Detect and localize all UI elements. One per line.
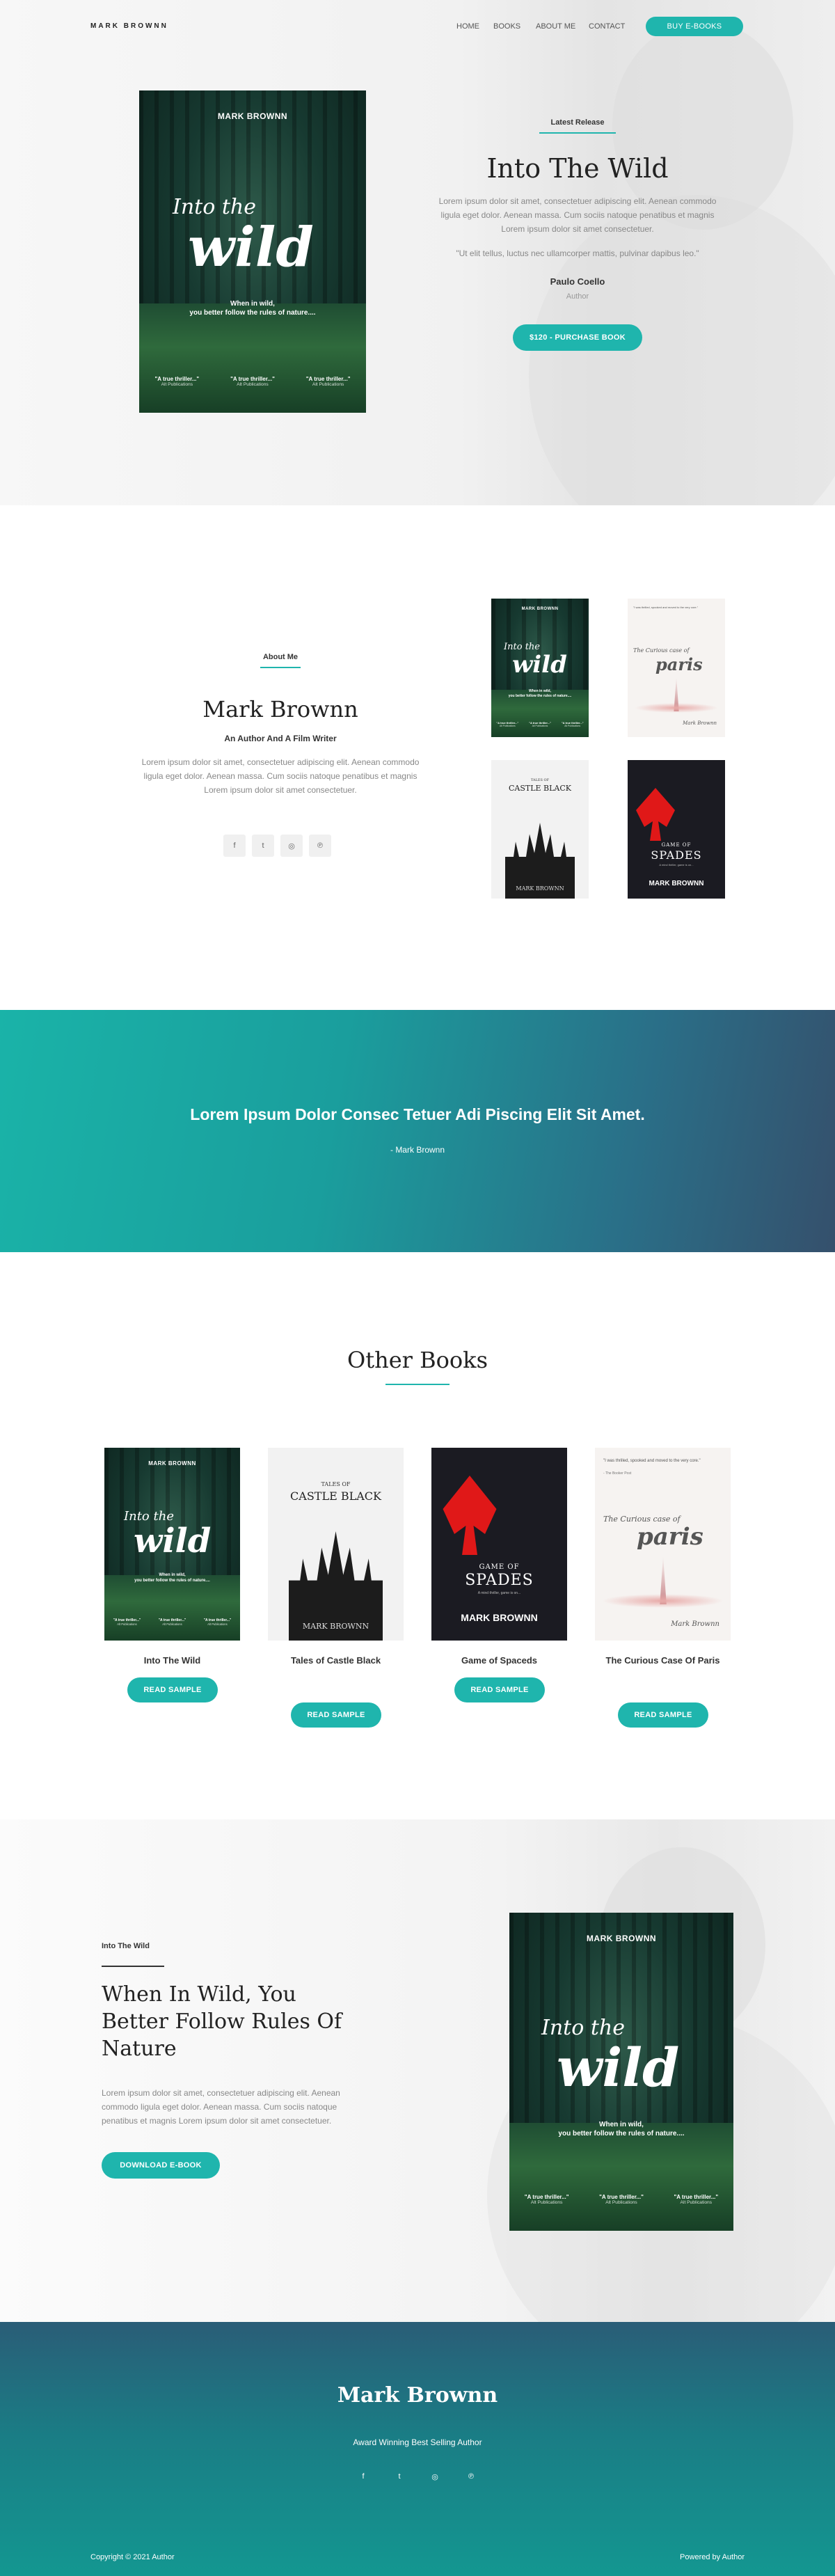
about-cover-castle[interactable]: TALES OF CASTLE BLACK MARK BROWNN [491, 760, 589, 899]
read-sample-button[interactable]: READ SAMPLE [454, 1677, 545, 1702]
hero-title: Into The Wild [486, 153, 669, 184]
feature-section: Into The Wild When In Wild, You Better F… [0, 1819, 835, 2322]
label-underline [539, 132, 616, 134]
author-name: Mark Brownn [202, 696, 358, 722]
instagram-icon[interactable]: ◎ [280, 835, 303, 857]
other-books-underline [385, 1384, 450, 1385]
about-me-label: About Me [262, 653, 299, 661]
book-title: Tales of Castle Black [290, 1655, 381, 1666]
book-title: Game of Spaceds [461, 1655, 538, 1666]
feature-description: Lorem ipsum dolor sit amet, consectetuer… [102, 2088, 340, 2126]
footer-powered: Powered by Author [680, 2553, 745, 2561]
top-navigation: MARK BROWNN HOME BOOKS ABOUT ME CONTACT … [0, 17, 835, 38]
quote-band: Lorem Ipsum Dolor Consec Tetuer Adi Pisc… [0, 1010, 835, 1252]
book-title: Into The Wild [143, 1655, 201, 1666]
hero-content: Latest Release Into The Wild Lorem ipsum… [418, 118, 738, 351]
read-sample-button[interactable]: READ SAMPLE [618, 1702, 708, 1728]
other-books-title: Other Books [347, 1347, 488, 1373]
about-cover-wild[interactable]: MARK BROWNN Into the wild When in wild, y… [491, 599, 589, 737]
purchase-book-button[interactable]: $120 - PURCHASE BOOK [513, 324, 642, 351]
into-the-wild-cover: MARK BROWNN Into the wild When in wild, y… [139, 90, 366, 413]
pinterest-icon[interactable]: ℗ [309, 835, 331, 857]
about-label-underline [260, 667, 301, 668]
read-sample-button[interactable]: READ SAMPLE [127, 1677, 218, 1702]
download-ebook-button[interactable]: DOWNLOAD E-BOOK [102, 2152, 220, 2179]
feature-cover-wild: MARK BROWNN Into the wild When in wild, y… [509, 1913, 733, 2231]
about-cover-paris[interactable]: "I was thrilled, spooked and moved to th… [628, 599, 725, 737]
book-cover-castle[interactable]: TALES OF CASTLE BLACK MARK BROWNN [268, 1448, 404, 1641]
quote-role: Author [566, 292, 589, 301]
facebook-icon[interactable]: f [356, 2470, 370, 2483]
cover-tagline: When in wild, you better follow the rules… [189, 300, 316, 317]
book-title: The Curious Case Of Paris [605, 1655, 720, 1666]
cover-quotes: "A true thriller..." Alt Publications "A … [154, 376, 351, 387]
hero-section: MARK BROWNN HOME BOOKS ABOUT ME CONTACT … [0, 0, 835, 505]
nav-item-books[interactable]: BOOKS [493, 22, 520, 31]
feature-heading: When In Wild, You Better Follow Rules Of… [102, 1982, 342, 2061]
cover-author: MARK BROWNN [217, 111, 288, 121]
quote-band-author: - Mark Brownn [390, 1145, 445, 1155]
pinterest-icon[interactable]: ℗ [464, 2470, 478, 2483]
author-subtitle: An Author And A Film Writer [224, 734, 337, 743]
quote-band-text: Lorem Ipsum Dolor Consec Tetuer Adi Pisc… [190, 1105, 645, 1123]
facebook-icon[interactable]: f [223, 835, 246, 857]
about-description: Lorem ipsum dolor sit amet, consectetuer… [141, 757, 420, 795]
hero-quote: "Ut elit tellus, luctus nec ullamcorper … [456, 248, 699, 259]
buy-ebooks-button[interactable]: BUY E-BOOKS [646, 17, 743, 36]
book-cover-wild[interactable]: MARK BROWNN Into the wild When in wild, y… [104, 1448, 240, 1641]
hero-description: Lorem ipsum dolor sit amet, consectetuer… [438, 196, 717, 234]
footer-copyright: Copyright © 2021 Author [90, 2553, 175, 2561]
instagram-icon[interactable]: ◎ [428, 2470, 442, 2483]
footer-tagline: Award Winning Best Selling Author [353, 2437, 482, 2447]
footer-name: Mark Brownn [337, 2383, 498, 2408]
read-sample-button[interactable]: READ SAMPLE [291, 1702, 381, 1728]
nav-item-contact[interactable]: CONTACT [589, 22, 625, 31]
nav-item-about[interactable]: ABOUT ME [536, 22, 575, 31]
quote-author: Paulo Coello [550, 276, 605, 287]
twitter-icon[interactable]: t [252, 835, 274, 857]
cover-title-wild: wild [188, 216, 314, 279]
twitter-icon[interactable]: t [392, 2470, 406, 2483]
feature-label: Into The Wild [102, 1942, 150, 1950]
latest-release-label: Latest Release [550, 118, 605, 127]
about-content: About Me Mark Brownn An Author And A Fil… [139, 653, 422, 797]
book-cover-spades[interactable]: GAME OF SPADES A mind thriller, game is … [431, 1448, 567, 1641]
feature-label-underline [102, 1966, 164, 1967]
about-cover-spades[interactable]: GAME OF SPADES A mind thriller, game is … [628, 760, 725, 899]
site-logo[interactable]: MARK BROWNN [90, 22, 168, 30]
footer: Mark Brownn Award Winning Best Selling A… [0, 2322, 835, 2576]
nav-item-home[interactable]: HOME [456, 22, 479, 31]
book-cover-paris[interactable]: "I was thrilled, spooked and moved to th… [595, 1448, 731, 1641]
